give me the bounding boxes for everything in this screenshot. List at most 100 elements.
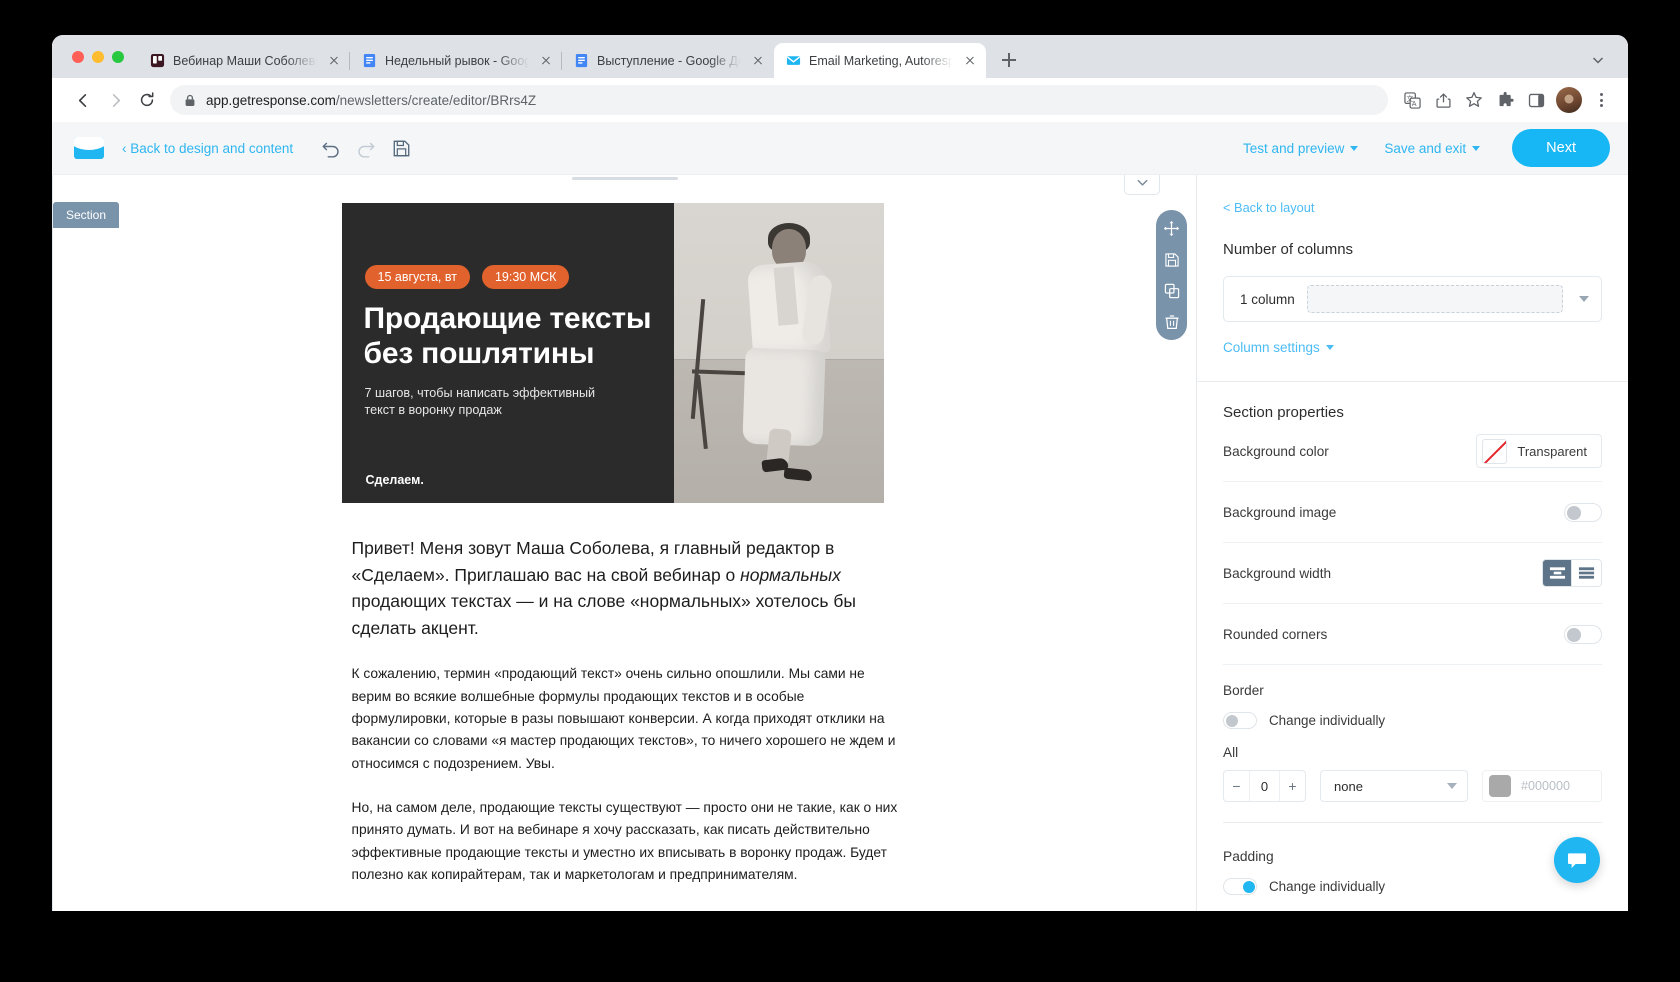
bookmark-star-icon[interactable] [1460, 86, 1488, 114]
rounded-corners-label: Rounded corners [1223, 626, 1328, 642]
close-icon[interactable] [961, 52, 978, 69]
banner-heading: Продающие тексты без пошлятины [363, 302, 652, 371]
email-canvas[interactable]: Section 15 августа, вт 19:30 МСК Продающ… [52, 175, 1196, 911]
section-properties-heading: Section properties [1223, 404, 1344, 421]
getresponse-mail-icon [785, 53, 801, 69]
tab-list: Вебинар Маши Соболевой о Недельный рывок… [138, 35, 986, 78]
border-change-individually-toggle[interactable] [1223, 712, 1257, 729]
browser-tab-4-active[interactable]: Email Marketing, Autoresponde [774, 43, 986, 78]
move-icon[interactable] [1160, 217, 1183, 240]
back-to-layout-link[interactable]: < Back to layout [1223, 200, 1314, 215]
url-path: /newsletters/create/editor/BRrs4Z [335, 92, 537, 108]
close-icon[interactable] [537, 52, 554, 69]
trello-icon [149, 53, 165, 69]
border-change-individually-row: Change individually [1197, 698, 1628, 729]
chat-bubble-icon[interactable] [1554, 837, 1600, 883]
previous-block-edge [571, 177, 678, 180]
border-all-label: All [1223, 745, 1239, 760]
browser-tab-2[interactable]: Недельный рывок - Google Д [350, 43, 562, 78]
close-icon[interactable] [325, 52, 342, 69]
boxed-width-icon[interactable] [1542, 559, 1572, 587]
background-color-value: Transparent [1517, 443, 1587, 459]
save-floppy-icon[interactable] [389, 136, 413, 160]
translate-icon[interactable]: A文 [1398, 86, 1426, 114]
next-button[interactable]: Next [1512, 129, 1610, 167]
save-floppy-icon[interactable] [1160, 248, 1183, 271]
browser-tab-3[interactable]: Выступление - Google Докум [562, 43, 774, 78]
section-badge[interactable]: Section [53, 202, 120, 228]
save-and-exit-label: Save and exit [1384, 140, 1467, 156]
chrome-menu-kebab-icon[interactable] [1588, 86, 1614, 114]
profile-avatar[interactable] [1556, 87, 1582, 113]
column-layout-preview [1306, 285, 1563, 313]
border-color-swatch[interactable] [1489, 775, 1511, 797]
test-and-preview-dropdown[interactable]: Test and preview [1243, 140, 1359, 156]
columns-select-value: 1 column [1240, 291, 1295, 307]
border-color-hex-placeholder: #000000 [1521, 779, 1571, 793]
minimize-window-button[interactable] [92, 50, 104, 63]
row-background-color: Background color Transparent [1223, 421, 1602, 482]
border-color-field[interactable]: #000000 [1482, 770, 1602, 802]
full-width-icon[interactable] [1572, 559, 1602, 587]
save-and-exit-dropdown[interactable]: Save and exit [1384, 140, 1481, 156]
background-color-picker-button[interactable]: Transparent [1476, 434, 1602, 468]
chevron-down-icon [1350, 145, 1359, 151]
transparent-swatch-icon [1482, 438, 1508, 464]
maximize-window-button[interactable] [112, 50, 124, 63]
panel-layout-group: < Back to layout Number of columns 1 col… [1197, 175, 1628, 357]
new-tab-button[interactable] [995, 46, 1023, 74]
column-settings-dropdown[interactable]: Column settings [1223, 340, 1334, 355]
border-width-value[interactable]: 0 [1249, 771, 1280, 801]
side-panel-icon[interactable] [1522, 86, 1550, 114]
border-width-decrement[interactable]: − [1224, 771, 1249, 801]
email-paragraph-2[interactable]: К сожалению, термин «продающий текст» оч… [352, 663, 898, 775]
row-background-width: Background width [1223, 543, 1602, 604]
background-image-toggle[interactable] [1564, 502, 1602, 522]
lock-icon [184, 94, 196, 107]
border-style-value: none [1334, 778, 1363, 794]
section-floating-toolbar [1156, 210, 1187, 340]
close-icon[interactable] [749, 52, 766, 69]
browser-tab-1[interactable]: Вебинар Маши Соболевой о [138, 43, 350, 78]
back-to-design-link[interactable]: ‹ Back to design and content [122, 141, 293, 156]
border-width-increment[interactable]: + [1280, 771, 1305, 801]
background-color-label: Background color [1223, 443, 1329, 459]
getresponse-email-editor: ‹ Back to design and content Test and pr… [52, 122, 1628, 911]
collapse-section-button[interactable] [1124, 175, 1160, 195]
columns-select[interactable]: 1 column [1223, 276, 1602, 322]
border-group-title: Border [1223, 683, 1264, 698]
extensions-puzzle-icon[interactable] [1491, 86, 1519, 114]
email-lead-paragraph[interactable]: Привет! Меня зовут Маша Соболева, я глав… [352, 535, 898, 641]
border-change-individually-label: Change individually [1269, 713, 1386, 728]
google-docs-icon [361, 53, 377, 69]
share-icon[interactable] [1429, 86, 1457, 114]
close-window-button[interactable] [72, 50, 84, 63]
undo-icon[interactable] [319, 136, 343, 160]
test-and-preview-label: Test and preview [1243, 140, 1345, 156]
border-style-select[interactable]: none [1320, 770, 1468, 802]
back-arrow-icon[interactable] [68, 85, 98, 115]
delete-trash-icon[interactable] [1160, 310, 1183, 333]
background-image-label: Background image [1223, 504, 1337, 520]
column-settings-label: Column settings [1223, 340, 1320, 355]
editor-actions: Test and preview Save and exit Next [1243, 129, 1610, 167]
chevron-down-icon [1579, 296, 1589, 302]
reload-icon[interactable] [132, 85, 162, 115]
browser-window: Вебинар Маши Соболевой о Недельный рывок… [52, 35, 1628, 911]
padding-change-individually-toggle[interactable] [1223, 878, 1257, 895]
email-content-column: 15 августа, вт 19:30 МСК Продающие текст… [341, 175, 908, 886]
padding-change-individually-label: Change individually [1269, 879, 1386, 894]
duplicate-icon[interactable] [1160, 279, 1183, 302]
tab-title: Вебинар Маши Соболевой о [173, 53, 317, 68]
address-bar[interactable]: app.getresponse.com/newsletters/create/e… [170, 85, 1388, 115]
email-paragraph-3[interactable]: Но, на самом деле, продающие тексты суще… [352, 797, 898, 886]
rounded-corners-toggle[interactable] [1564, 624, 1602, 644]
woman-sitting-on-chair-photo [673, 203, 884, 503]
browser-toolbar: app.getresponse.com/newsletters/create/e… [52, 78, 1628, 122]
tab-title: Недельный рывок - Google Д [385, 53, 529, 68]
email-banner-image[interactable]: 15 августа, вт 19:30 МСК Продающие текст… [341, 203, 884, 503]
tab-strip: Вебинар Маши Соболевой о Недельный рывок… [52, 35, 1628, 78]
chevron-down-icon[interactable] [1590, 52, 1606, 68]
getresponse-envelope-logo[interactable] [74, 137, 104, 159]
banner-time-pill: 19:30 МСК [481, 265, 570, 289]
